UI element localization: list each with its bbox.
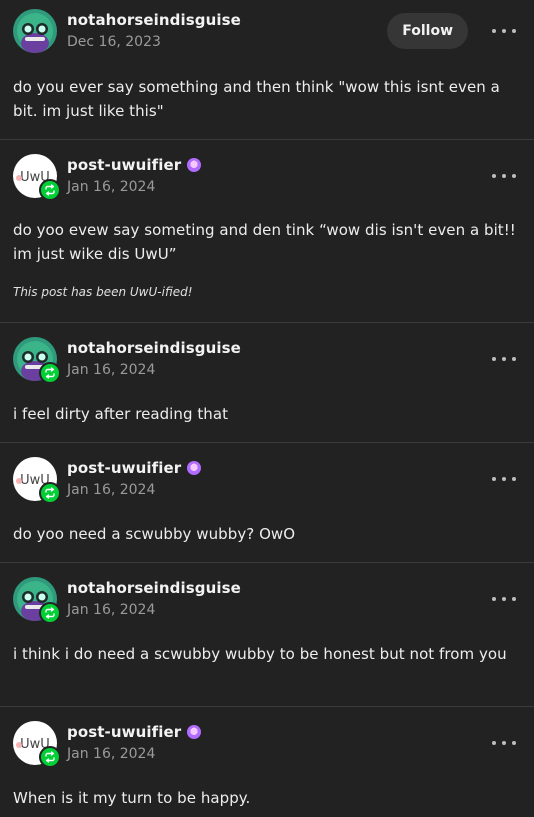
author-name[interactable]: post-uwuifier: [67, 459, 181, 477]
reblog-icon: [39, 179, 61, 201]
post-header: notahorseindisguise Jan 16, 2024: [13, 323, 521, 387]
post-header: UwU post-uwuifier Jan 16, 2024: [13, 707, 521, 771]
post-text: do you ever say something and then think…: [13, 78, 500, 120]
author-name[interactable]: post-uwuifier: [67, 723, 181, 741]
author-row: notahorseindisguise: [67, 579, 241, 597]
more-options-icon[interactable]: [492, 469, 516, 489]
post-text: do yoo evew say someting and den tink “w…: [13, 221, 516, 263]
reblog-icon: [39, 602, 61, 624]
post-text: i think i do need a scwubby wubby to be …: [13, 645, 507, 663]
author-row: post-uwuifier: [67, 156, 202, 174]
author-name[interactable]: notahorseindisguise: [67, 579, 241, 597]
uwu-face-avatar[interactable]: UwU: [13, 154, 61, 201]
purple-blue-badge-icon: [187, 725, 202, 739]
author-row: post-uwuifier: [67, 723, 202, 741]
purple-blue-badge-icon: [187, 461, 202, 475]
post-date: Jan 16, 2024: [67, 602, 156, 618]
purple-blue-badge-icon: [187, 158, 202, 172]
post: UwU post-uwuifier Jan 16, 2024 do yoo ev…: [0, 139, 534, 322]
follow-button[interactable]: Follow: [387, 13, 468, 49]
horse-glasses-avatar[interactable]: [13, 337, 61, 384]
post-header: notahorseindisguise Jan 16, 2024: [13, 563, 521, 627]
post-header: UwU post-uwuifier Jan 16, 2024: [13, 140, 521, 204]
post: notahorseindisguise Dec 16, 2023 Follow …: [0, 0, 534, 139]
uwu-note: This post has been UwU-ified!: [13, 285, 193, 299]
uwu-face-avatar[interactable]: UwU: [13, 721, 61, 768]
author-name[interactable]: post-uwuifier: [67, 156, 181, 174]
reblog-icon: [39, 482, 61, 504]
more-options-icon[interactable]: [492, 166, 516, 186]
post-date: Jan 16, 2024: [67, 482, 156, 498]
horse-glasses-avatar[interactable]: [13, 577, 61, 624]
post-text: do yoo need a scwubby wubby? OwO: [13, 525, 296, 543]
post-date: Jan 16, 2024: [67, 746, 156, 762]
horse-glasses-avatar[interactable]: [13, 9, 57, 53]
post-date: Dec 16, 2023: [67, 34, 161, 50]
post-header: UwU post-uwuifier Jan 16, 2024: [13, 443, 521, 507]
post: notahorseindisguise Jan 16, 2024 i feel …: [0, 322, 534, 442]
more-options-icon[interactable]: [492, 349, 516, 369]
post: UwU post-uwuifier Jan 16, 2024 When is i…: [0, 706, 534, 817]
more-options-icon[interactable]: [492, 733, 516, 753]
reblog-icon: [39, 362, 61, 384]
more-options-icon[interactable]: [492, 21, 516, 41]
post-header: notahorseindisguise Dec 16, 2023 Follow: [13, 0, 521, 64]
post-text: When is it my turn to be happy.: [13, 789, 251, 807]
author-row: notahorseindisguise: [67, 11, 241, 29]
author-row: notahorseindisguise: [67, 339, 241, 357]
post: notahorseindisguise Jan 16, 2024 i think…: [0, 562, 534, 706]
uwu-face-avatar[interactable]: UwU: [13, 457, 61, 504]
post-date: Jan 16, 2024: [67, 179, 156, 195]
more-options-icon[interactable]: [492, 589, 516, 609]
author-name[interactable]: notahorseindisguise: [67, 339, 241, 357]
post-date: Jan 16, 2024: [67, 362, 156, 378]
author-name[interactable]: notahorseindisguise: [67, 11, 241, 29]
post: UwU post-uwuifier Jan 16, 2024 do yoo ne…: [0, 442, 534, 562]
post-text: i feel dirty after reading that: [13, 405, 228, 423]
author-row: post-uwuifier: [67, 459, 202, 477]
reblog-icon: [39, 746, 61, 768]
